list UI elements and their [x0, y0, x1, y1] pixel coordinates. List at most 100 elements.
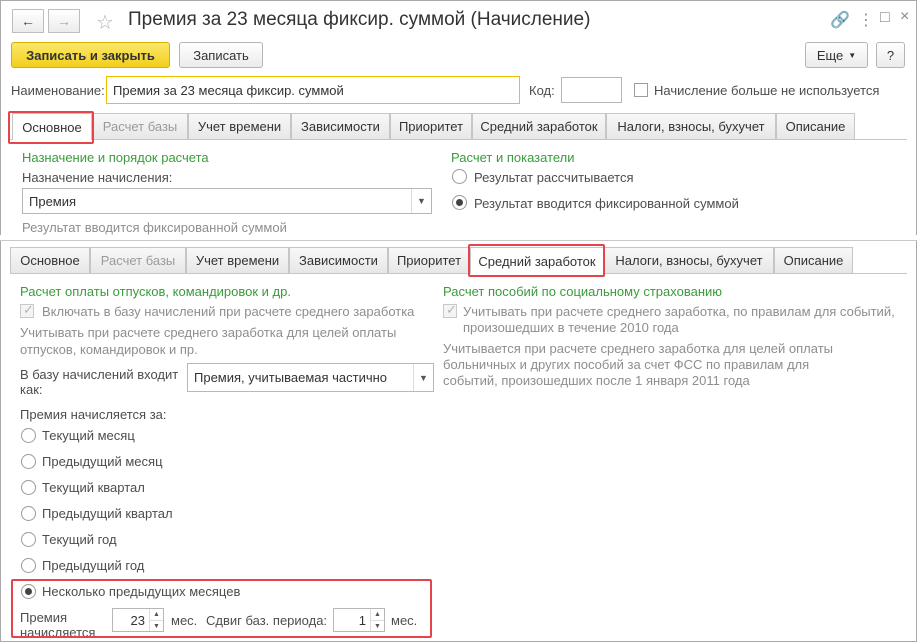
tab-base-calc[interactable]: Расчет базы [92, 113, 188, 139]
note-line-2: отпусков, командировок и пр. [20, 342, 198, 357]
code-label: Код: [529, 83, 555, 98]
tabstrip-bottom: Основное Расчет базы Учет времени Зависи… [10, 247, 910, 274]
include-base-label: Включать в базу начислений при расчете с… [42, 304, 415, 319]
fss-note-line1: Учитывается при расчете среднего заработ… [443, 341, 833, 356]
vacation-section-title: Расчет оплаты отпусков, командировок и д… [20, 284, 291, 299]
arrow-right-icon: → [57, 13, 71, 29]
radio-period-current-month[interactable] [21, 428, 36, 443]
link-icon[interactable]: 🔗 [830, 10, 850, 30]
close-icon[interactable]: × [900, 8, 909, 26]
accrued-label-line1: Премия [20, 610, 68, 625]
dropdown-arrow-icon[interactable]: ▼ [413, 364, 433, 391]
arrow-left-icon: ← [21, 13, 35, 29]
radio-period-prev-quarter[interactable] [21, 506, 36, 521]
radio-period-label: Предыдущий месяц [42, 454, 163, 469]
radio-period-prev-month[interactable] [21, 454, 36, 469]
base-label-line1: В базу начислений входит [20, 367, 179, 382]
tabstrip-top: Основное Расчет базы Учет времени Зависи… [10, 113, 910, 140]
stepper-up-icon[interactable]: ▲ [149, 609, 163, 620]
radio-period-current-quarter[interactable] [21, 480, 36, 495]
calc-section-title: Расчет и показатели [451, 150, 575, 165]
check-icon: ✓ [446, 302, 457, 317]
unused-checkbox[interactable] [634, 83, 648, 97]
period-label: Премия начисляется за: [20, 407, 167, 422]
purpose-label: Назначение начисления: [22, 170, 173, 185]
radio-period-label: Предыдущий год [42, 558, 145, 573]
months-unit: мес. [171, 613, 198, 628]
name-label: Наименование: [11, 83, 105, 98]
tab-priority[interactable]: Приоритет [390, 113, 472, 139]
radio-fixed-label: Результат вводится фиксированной суммой [474, 196, 739, 211]
shift-label: Сдвиг баз. периода: [206, 613, 328, 628]
fss-note-line2: больничных и других пособий за счет ФСС … [443, 357, 810, 372]
tab-priority-2[interactable]: Приоритет [388, 247, 470, 273]
fss-check-line2: произошедших в течение 2010 года [463, 320, 679, 335]
tab-taxes-2[interactable]: Налоги, взносы, бухучет [604, 247, 774, 273]
menu-dots-icon[interactable]: ⋮ [858, 10, 874, 30]
tab-line-right [92, 139, 907, 140]
radio-period-label: Несколько предыдущих месяцев [42, 584, 241, 599]
fss-check-line1: Учитывать при расчете среднего заработка… [463, 304, 895, 319]
code-input[interactable] [561, 77, 622, 103]
forward-button[interactable]: → [48, 9, 80, 33]
tab-description[interactable]: Описание [776, 113, 855, 139]
more-button[interactable]: Еще ▼ [805, 42, 868, 68]
radio-period-prev-year[interactable] [21, 558, 36, 573]
more-label: Еще [816, 47, 844, 63]
tab-line-left-2 [10, 273, 470, 274]
check-icon: ✓ [23, 302, 34, 317]
tab-time-tracking[interactable]: Учет времени [188, 113, 291, 139]
purpose-select[interactable]: Премия ▼ [22, 188, 432, 214]
radio-calculated-label: Результат рассчитывается [474, 170, 634, 185]
months-stepper[interactable]: 23 ▲ ▼ [112, 608, 164, 632]
fss-note-line3: событий, произошедших после 1 января 201… [443, 373, 750, 388]
panel-separator [0, 235, 917, 241]
tab-line-left [10, 139, 12, 140]
radio-calculated[interactable] [452, 169, 467, 184]
base-label-line2: как: [20, 382, 43, 397]
tab-line-right-2 [604, 273, 907, 274]
window-title: Премия за 23 месяца фиксир. суммой (Начи… [128, 9, 591, 30]
tab-avg-earnings-2[interactable]: Средний заработок [470, 247, 604, 274]
radio-period-label: Текущий месяц [42, 428, 135, 443]
tab-dependencies-2[interactable]: Зависимости [289, 247, 388, 273]
name-input[interactable]: Премия за 23 месяца фиксир. суммой [106, 76, 520, 104]
months-value: 23 [130, 613, 145, 628]
purpose-section-title: Назначение и порядок расчета [22, 150, 209, 165]
stepper-down-icon[interactable]: ▼ [149, 620, 163, 631]
tab-avg-earnings[interactable]: Средний заработок [472, 113, 606, 139]
shift-value: 1 [358, 613, 366, 628]
radio-period-current-year[interactable] [21, 532, 36, 547]
help-button[interactable]: ? [876, 42, 905, 68]
favorite-star-icon[interactable]: ☆ [96, 10, 114, 35]
tab-description-2[interactable]: Описание [774, 247, 853, 273]
radio-period-label: Текущий квартал [42, 480, 145, 495]
tab-base-calc-2[interactable]: Расчет базы [90, 247, 186, 273]
base-select[interactable]: Премия, учитываемая частично ▼ [187, 363, 434, 392]
shift-unit: мес. [391, 613, 418, 628]
save-and-close-button[interactable]: Записать и закрыть [11, 42, 170, 68]
dropdown-arrow-icon[interactable]: ▼ [411, 189, 431, 213]
radio-period-label: Текущий год [42, 532, 117, 547]
fss-section-title: Расчет пособий по социальному страховани… [443, 284, 723, 299]
fss-2010-checkbox[interactable]: ✓ [443, 302, 457, 318]
tab-main-2[interactable]: Основное [10, 247, 90, 273]
fixed-hint: Результат вводится фиксированной суммой [22, 220, 287, 235]
tab-taxes[interactable]: Налоги, взносы, бухучет [606, 113, 776, 139]
stepper-down-icon[interactable]: ▼ [370, 620, 384, 631]
back-button[interactable]: ← [12, 9, 44, 33]
stepper-up-icon[interactable]: ▲ [370, 609, 384, 620]
radio-fixed[interactable] [452, 195, 467, 210]
tab-dependencies[interactable]: Зависимости [291, 113, 390, 139]
note-line-1: Учитывать при расчете среднего заработка… [20, 325, 397, 340]
tab-main[interactable]: Основное [12, 113, 92, 140]
radio-period-several-months[interactable] [21, 584, 36, 599]
shift-stepper[interactable]: 1 ▲ ▼ [333, 608, 385, 632]
accrued-label-line2: начисляется [20, 625, 96, 640]
purpose-value: Премия [29, 193, 77, 209]
include-base-checkbox[interactable]: ✓ [20, 302, 34, 318]
save-button[interactable]: Записать [179, 42, 263, 68]
dropdown-arrow-icon: ▼ [848, 50, 857, 60]
maximize-icon[interactable]: □ [880, 9, 890, 27]
tab-time-tracking-2[interactable]: Учет времени [186, 247, 289, 273]
